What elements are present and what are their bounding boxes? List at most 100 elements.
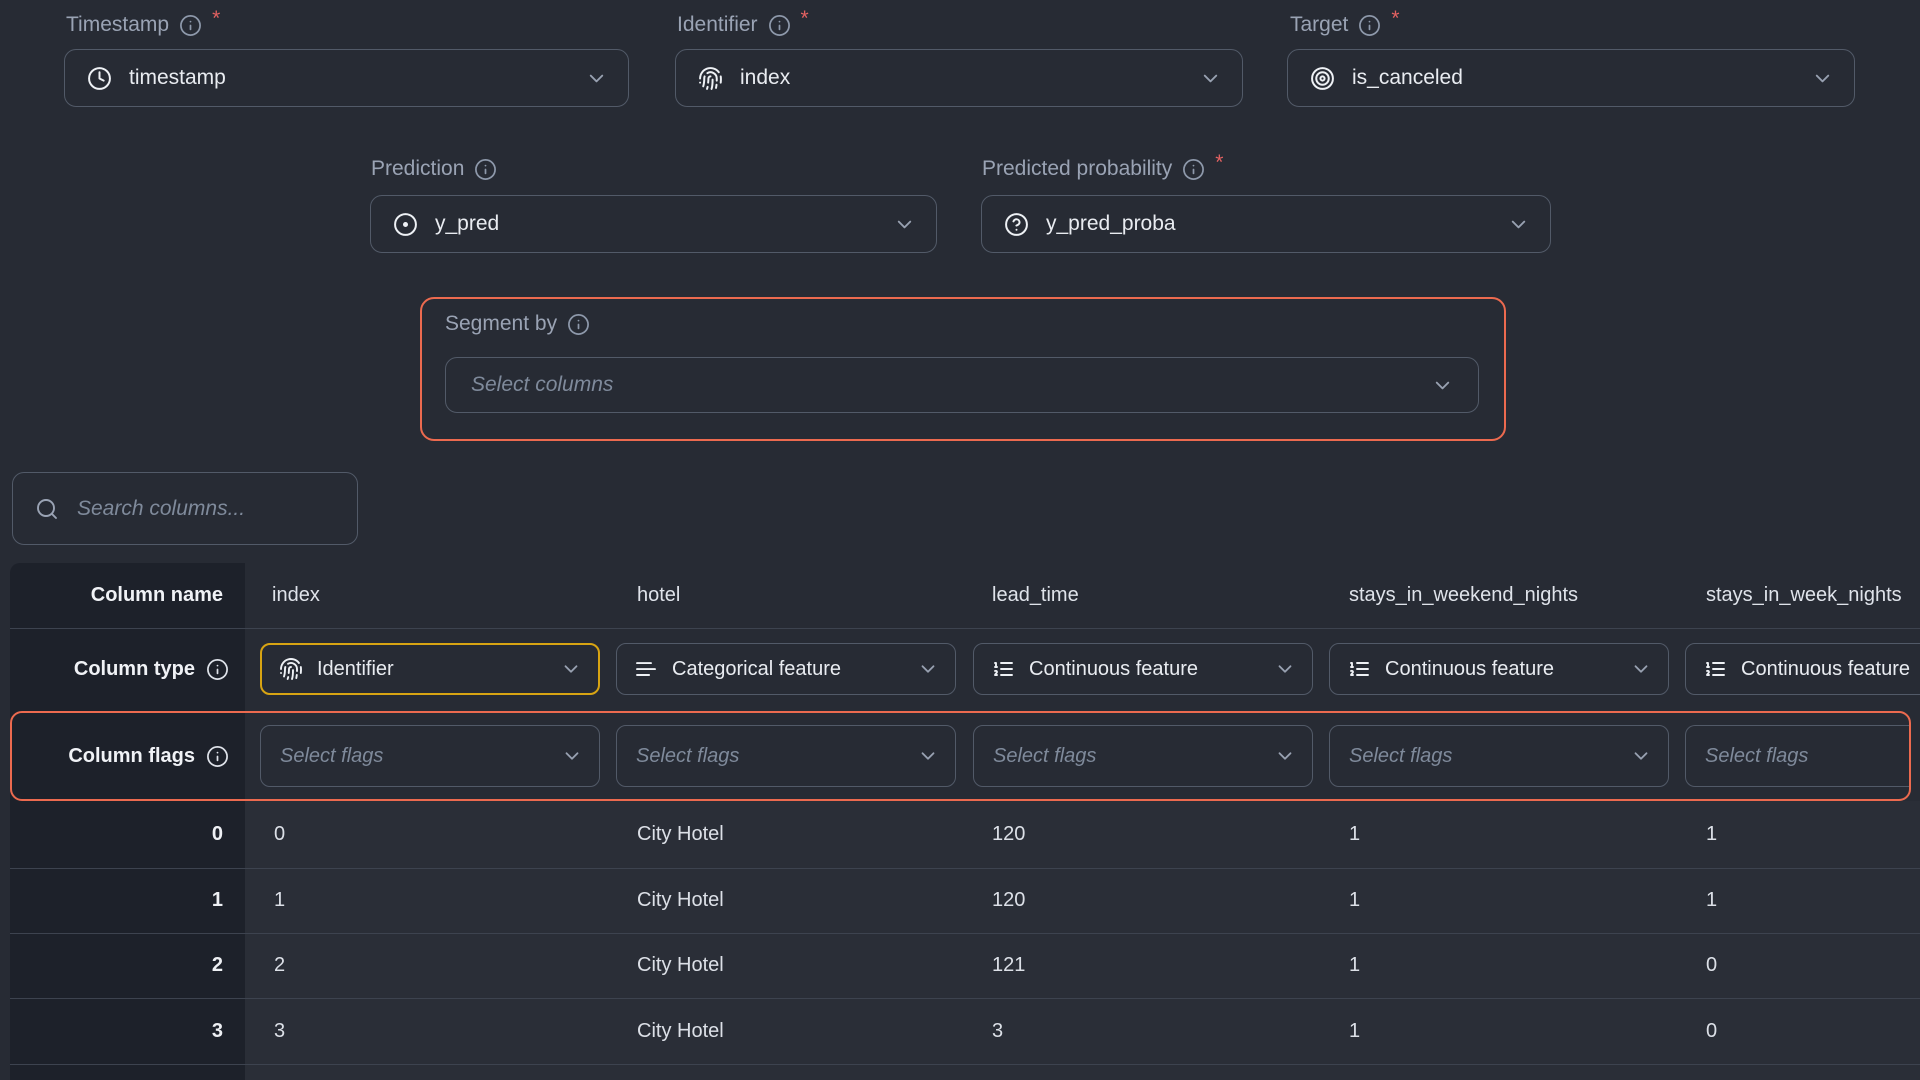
chevron-down-icon: [1199, 67, 1222, 90]
segment-by-label: Segment by: [445, 312, 557, 336]
chevron-down-icon: [585, 67, 608, 90]
cell-index: 3: [274, 998, 285, 1064]
flags-placeholder: Select flags: [993, 745, 1096, 768]
cell-hotel: City Hotel: [637, 801, 724, 868]
chevron-down-icon: [917, 658, 939, 680]
cell-hotel: City Hotel: [637, 868, 724, 933]
predicted-probability-value: y_pred_proba: [1046, 212, 1176, 236]
target-label: Target: [1290, 13, 1348, 37]
timestamp-select[interactable]: timestamp: [64, 49, 629, 107]
column-type-select-lead-time[interactable]: Continuous feature: [973, 643, 1313, 695]
chevron-down-icon: [1507, 213, 1530, 236]
row-index: 2: [10, 933, 223, 998]
predicted-probability-label: Predicted probability: [982, 157, 1172, 181]
column-header-stays-in-weekend-nights: stays_in_weekend_nights: [1349, 563, 1578, 628]
prediction-label-row: Prediction: [371, 157, 497, 181]
chevron-down-icon: [560, 658, 582, 680]
chevron-down-icon: [1431, 374, 1454, 397]
column-flags-select-stays-in-weekend-nights[interactable]: Select flags: [1329, 725, 1669, 787]
identifier-select[interactable]: index: [675, 49, 1243, 107]
segment-by-select[interactable]: Select columns: [445, 357, 1479, 413]
cell-stays-in-weekend-nights: 1: [1349, 801, 1360, 868]
cell-hotel: City Hotel: [637, 998, 724, 1064]
prediction-label: Prediction: [371, 157, 464, 181]
column-header-index: index: [272, 563, 320, 628]
info-icon: [474, 158, 497, 181]
search-input[interactable]: [77, 497, 337, 521]
fingerprint-icon: [279, 657, 303, 681]
cell-lead-time: 120: [992, 868, 1025, 933]
column-type-row-label: Column type: [10, 628, 229, 711]
cell-stays-in-week-nights: 0: [1706, 998, 1717, 1064]
chevron-down-icon: [893, 213, 916, 236]
prediction-select[interactable]: y_pred: [370, 195, 937, 253]
predicted-probability-select[interactable]: y_pred_proba: [981, 195, 1551, 253]
search-icon: [35, 497, 59, 521]
column-flags-select-lead-time[interactable]: Select flags: [973, 725, 1313, 787]
chevron-down-icon: [1630, 658, 1652, 680]
column-type-select-stays-in-week-nights[interactable]: Continuous feature: [1685, 643, 1920, 695]
list-ordered-icon: [1347, 657, 1371, 681]
required-asterisk: *: [1391, 7, 1399, 31]
identifier-value: index: [740, 66, 790, 90]
column-flags-label-text: Column flags: [68, 745, 195, 768]
info-icon: [206, 658, 229, 681]
flags-placeholder: Select flags: [280, 745, 383, 768]
column-header-lead-time: lead_time: [992, 563, 1079, 628]
cell-lead-time: 3: [992, 998, 1003, 1064]
chevron-down-icon: [1811, 67, 1834, 90]
target-label-row: Target *: [1290, 13, 1400, 37]
cell-stays-in-weekend-nights: 1: [1349, 933, 1360, 998]
flags-placeholder: Select flags: [1705, 745, 1808, 768]
column-header-stays-in-week-nights: stays_in_week_nights: [1706, 563, 1902, 628]
column-type-value: Continuous feature: [1741, 658, 1910, 681]
column-type-select-stays-in-weekend-nights[interactable]: Continuous feature: [1329, 643, 1669, 695]
info-icon: [206, 745, 229, 768]
timestamp-label: Timestamp: [66, 13, 169, 37]
chevron-down-icon: [917, 745, 939, 767]
target-icon: [1310, 66, 1335, 91]
required-asterisk: *: [801, 7, 809, 31]
column-type-value: Continuous feature: [1385, 658, 1554, 681]
info-icon: [567, 313, 590, 336]
column-type-value: Identifier: [317, 658, 394, 681]
row-index: 3: [10, 998, 223, 1064]
target-select[interactable]: is_canceled: [1287, 49, 1855, 107]
timestamp-value: timestamp: [129, 66, 226, 90]
segment-by-placeholder: Select columns: [471, 373, 613, 397]
column-flags-select-stays-in-week-nights[interactable]: Select flags: [1685, 725, 1909, 787]
column-flags-select-index[interactable]: Select flags: [260, 725, 600, 787]
column-flags-row-label: Column flags: [10, 711, 229, 801]
predicted-probability-label-row: Predicted probability *: [982, 157, 1223, 181]
flags-placeholder: Select flags: [1349, 745, 1452, 768]
cell-lead-time: 120: [992, 801, 1025, 868]
timestamp-label-row: Timestamp *: [66, 13, 220, 37]
target-value: is_canceled: [1352, 66, 1463, 90]
list-ordered-icon: [991, 657, 1015, 681]
chevron-down-icon: [561, 745, 583, 767]
cell-index: 1: [274, 868, 285, 933]
cell-hotel: City Hotel: [637, 933, 724, 998]
cell-stays-in-week-nights: 1: [1706, 868, 1717, 933]
column-type-label-text: Column type: [74, 658, 195, 681]
cell-stays-in-weekend-nights: 1: [1349, 998, 1360, 1064]
column-header-hotel: hotel: [637, 563, 680, 628]
column-type-select-hotel[interactable]: Categorical feature: [616, 643, 956, 695]
info-icon: [1358, 14, 1381, 37]
row-divider: [10, 628, 1920, 629]
column-type-select-index[interactable]: Identifier: [260, 643, 600, 695]
text-lines-icon: [634, 657, 658, 681]
column-type-value: Categorical feature: [672, 658, 841, 681]
identifier-label-row: Identifier *: [677, 13, 809, 37]
search-box: [12, 472, 358, 545]
fingerprint-icon: [698, 66, 723, 91]
column-mapping-screen: Timestamp * timestamp Identifier * index…: [0, 0, 1920, 1080]
segment-by-highlight-box: Segment by Select columns: [420, 297, 1506, 441]
row-index: 0: [10, 801, 223, 868]
row-divider: [10, 1064, 1920, 1065]
flags-placeholder: Select flags: [636, 745, 739, 768]
chevron-down-icon: [1630, 745, 1652, 767]
columns-table: Column name index hotel lead_time stays_…: [10, 563, 1920, 1080]
chevron-down-icon: [1274, 745, 1296, 767]
column-flags-select-hotel[interactable]: Select flags: [616, 725, 956, 787]
